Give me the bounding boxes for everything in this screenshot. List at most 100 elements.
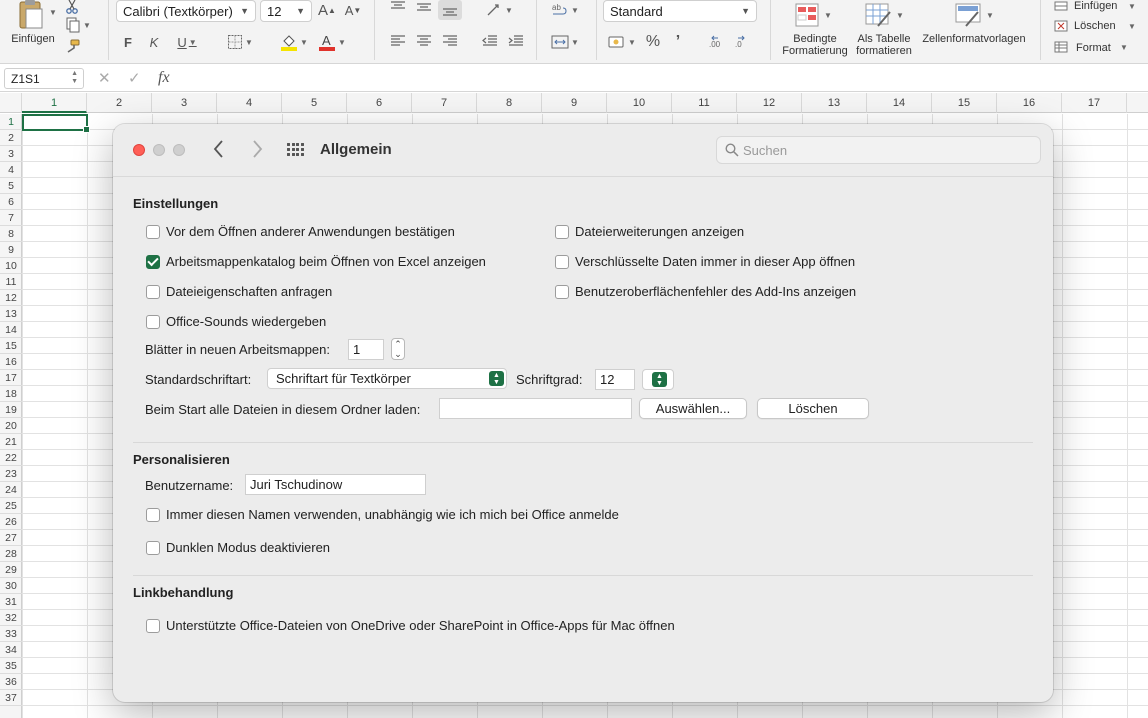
checkbox-open-onedrive[interactable]: Unterstützte Office-Dateien von OneDrive… bbox=[146, 618, 675, 633]
column-header[interactable]: 8 bbox=[477, 93, 542, 113]
checkbox-box[interactable] bbox=[146, 618, 160, 633]
zoom-window-button[interactable] bbox=[173, 144, 185, 156]
align-right-icon[interactable] bbox=[440, 33, 460, 49]
orientation-icon[interactable]: ▼ bbox=[482, 0, 516, 20]
row-header[interactable]: 27 bbox=[0, 530, 22, 546]
checkbox-confirm-open[interactable]: Vor dem Öffnen anderer Anwendungen bestä… bbox=[146, 224, 455, 239]
row-header[interactable]: 18 bbox=[0, 386, 22, 402]
cell-styles-label[interactable]: Zellenformatvorlagen bbox=[918, 33, 1030, 45]
cancel-icon[interactable]: ✕ bbox=[98, 69, 111, 87]
checkbox-encrypted-in-app[interactable]: Verschlüsselte Daten immer in dieser App… bbox=[555, 254, 855, 269]
column-header[interactable]: 5 bbox=[282, 93, 347, 113]
row-header[interactable]: 10 bbox=[0, 258, 22, 274]
back-chevron-icon[interactable] bbox=[213, 138, 225, 165]
row-header[interactable]: 17 bbox=[0, 370, 22, 386]
paste-icon[interactable] bbox=[14, 0, 48, 30]
merge-cells-icon[interactable]: ▼ bbox=[548, 33, 582, 51]
column-header[interactable]: 14 bbox=[867, 93, 932, 113]
paste-label[interactable]: Einfügen bbox=[8, 33, 58, 45]
column-header[interactable]: 10 bbox=[607, 93, 672, 113]
checkbox-box[interactable] bbox=[146, 284, 160, 299]
wrap-text-icon[interactable]: ab ▼ bbox=[548, 0, 582, 20]
align-top-icon[interactable] bbox=[388, 0, 408, 14]
row-header[interactable]: 36 bbox=[0, 674, 22, 690]
checkbox-office-sounds[interactable]: Office-Sounds wiedergeben bbox=[146, 314, 326, 329]
underline-button[interactable]: U ▼ bbox=[172, 33, 202, 51]
checkbox-box[interactable] bbox=[555, 284, 569, 299]
bold-button[interactable]: F bbox=[120, 33, 136, 51]
checkbox-box[interactable] bbox=[146, 254, 160, 269]
cut-icon[interactable] bbox=[64, 0, 80, 14]
chevron-down-icon[interactable]: ▼ bbox=[1126, 0, 1136, 12]
align-left-icon[interactable] bbox=[388, 33, 408, 49]
name-box[interactable]: Z1S1 ▲ ▼ bbox=[4, 68, 84, 89]
minimize-window-button[interactable] bbox=[153, 144, 165, 156]
checkbox-disable-dark-mode[interactable]: Dunklen Modus deaktivieren bbox=[146, 540, 330, 555]
column-header[interactable]: 15 bbox=[932, 93, 997, 113]
row-header[interactable]: 3 bbox=[0, 146, 22, 162]
decrease-decimal-icon[interactable]: .0 bbox=[734, 33, 756, 51]
row-header[interactable]: 29 bbox=[0, 562, 22, 578]
align-middle-icon[interactable] bbox=[414, 0, 434, 14]
checkbox-show-extensions[interactable]: Dateierweiterungen anzeigen bbox=[555, 224, 744, 239]
row-header[interactable]: 34 bbox=[0, 642, 22, 658]
font-size-select[interactable]: 12 ▼ bbox=[260, 0, 312, 22]
select-all-corner[interactable] bbox=[0, 93, 22, 113]
column-header[interactable]: 13 bbox=[802, 93, 867, 113]
column-header[interactable]: 6 bbox=[347, 93, 412, 113]
column-header[interactable]: 11 bbox=[672, 93, 737, 113]
checkbox-ask-properties[interactable]: Dateieigenschaften anfragen bbox=[146, 284, 332, 299]
align-bottom-icon[interactable] bbox=[438, 0, 462, 20]
delete-cells-label[interactable]: Löschen bbox=[1074, 20, 1134, 32]
row-header[interactable]: 2 bbox=[0, 130, 22, 146]
row-header[interactable]: 6 bbox=[0, 194, 22, 210]
row-header[interactable]: 22 bbox=[0, 450, 22, 466]
checkbox-box[interactable] bbox=[146, 224, 160, 239]
percent-button[interactable]: % bbox=[642, 31, 664, 53]
column-header[interactable]: 9 bbox=[542, 93, 607, 113]
row-header[interactable]: 13 bbox=[0, 306, 22, 322]
search-input[interactable] bbox=[743, 141, 1033, 160]
column-header[interactable]: 2 bbox=[87, 93, 152, 113]
forward-chevron-icon[interactable] bbox=[251, 138, 263, 165]
fill-color-button[interactable]: ▼ bbox=[276, 31, 312, 53]
column-header[interactable]: 16 bbox=[997, 93, 1062, 113]
row-header[interactable]: 32 bbox=[0, 610, 22, 626]
formula-input[interactable] bbox=[180, 68, 1144, 88]
row-header[interactable]: 4 bbox=[0, 162, 22, 178]
row-header[interactable]: 26 bbox=[0, 514, 22, 530]
column-header[interactable]: 3 bbox=[152, 93, 217, 113]
function-icon[interactable]: fx bbox=[158, 69, 170, 87]
decrease-indent-icon[interactable] bbox=[480, 33, 500, 49]
close-window-button[interactable] bbox=[133, 144, 145, 156]
as-table-label-2[interactable]: formatieren bbox=[848, 45, 920, 57]
checkbox-show-gallery[interactable]: Arbeitsmappenkatalog beim Öffnen von Exc… bbox=[146, 254, 486, 269]
column-header[interactable]: 12 bbox=[737, 93, 802, 113]
column-header[interactable]: 17 bbox=[1062, 93, 1127, 113]
column-header[interactable]: 1 bbox=[22, 93, 87, 113]
row-header[interactable]: 9 bbox=[0, 242, 22, 258]
row-header[interactable]: 19 bbox=[0, 402, 22, 418]
checkbox-box[interactable] bbox=[146, 507, 160, 522]
username-input[interactable] bbox=[245, 474, 426, 495]
row-header[interactable]: 16 bbox=[0, 354, 22, 370]
format-painter-icon[interactable] bbox=[64, 38, 80, 54]
delete-cells-icon[interactable] bbox=[1054, 20, 1068, 32]
selected-cell[interactable] bbox=[22, 114, 90, 133]
font-color-button[interactable]: A ▼ bbox=[314, 31, 350, 53]
search-box[interactable] bbox=[716, 136, 1041, 164]
row-header[interactable]: 21 bbox=[0, 434, 22, 450]
increase-decimal-icon[interactable]: .00 bbox=[708, 33, 730, 51]
as-table-label-1[interactable]: Als Tabelle bbox=[848, 33, 920, 45]
row-header[interactable]: 12 bbox=[0, 290, 22, 306]
format-as-table-icon[interactable]: ▼ bbox=[860, 0, 908, 30]
font-size-select[interactable]: ▲ ▼ bbox=[642, 369, 674, 390]
row-header[interactable]: 23 bbox=[0, 466, 22, 482]
row-header[interactable]: 11 bbox=[0, 274, 22, 290]
cond-format-label-2[interactable]: Formatierung bbox=[776, 45, 854, 57]
italic-button[interactable]: K bbox=[146, 33, 162, 51]
stepper-up-icon[interactable]: ⌃ bbox=[392, 339, 404, 349]
row-header[interactable]: 37 bbox=[0, 690, 22, 706]
default-font-select[interactable]: Schriftart für Textkörper ▲ ▼ bbox=[267, 368, 507, 389]
row-header[interactable]: 15 bbox=[0, 338, 22, 354]
